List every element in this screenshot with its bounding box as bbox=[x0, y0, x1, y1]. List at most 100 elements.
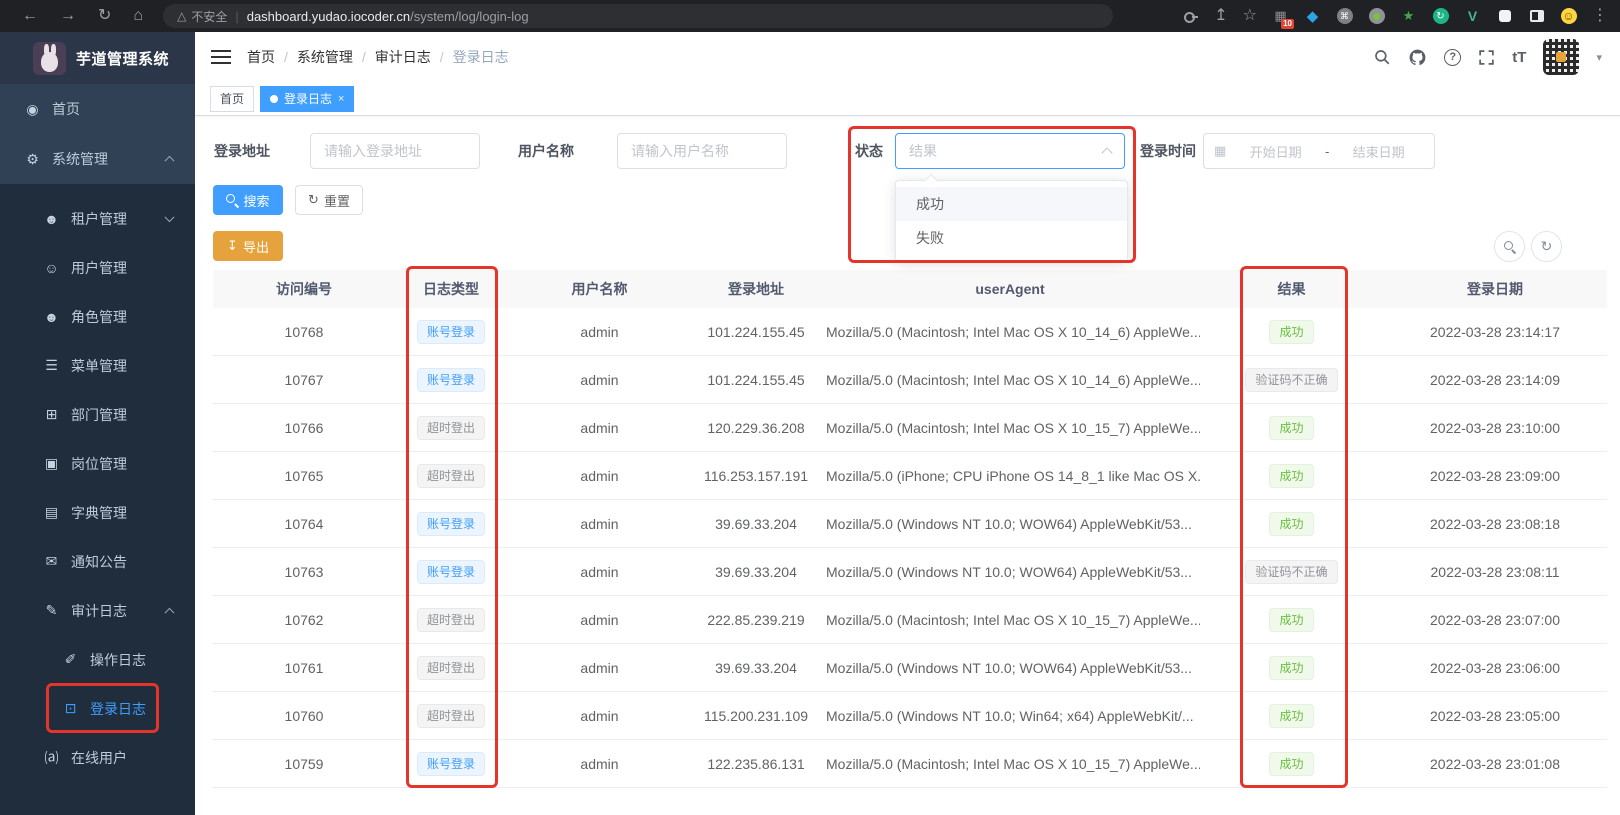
cell-username: admin bbox=[580, 323, 619, 340]
avatar-caret-icon[interactable]: ▾ bbox=[1596, 51, 1602, 64]
reset-button[interactable]: ↻ 重置 bbox=[295, 185, 363, 215]
puzzle-extensions-icon[interactable] bbox=[1496, 8, 1513, 25]
profile-avatar-icon[interactable]: ☺ bbox=[1560, 8, 1577, 25]
breadcrumb-item[interactable]: 首页 bbox=[247, 47, 275, 67]
reload-icon[interactable]: ↻ bbox=[98, 8, 111, 24]
login-address-input[interactable] bbox=[310, 133, 480, 169]
breadcrumb-separator: / bbox=[361, 49, 366, 65]
forward-icon[interactable]: → bbox=[60, 8, 76, 24]
search-button-icon bbox=[226, 194, 238, 206]
bookmark-star-icon[interactable]: ☆ bbox=[1243, 8, 1257, 24]
cell-username: admin bbox=[580, 467, 619, 484]
chevron-up-icon bbox=[164, 155, 175, 166]
sidebar-item-label: 操作日志 bbox=[90, 651, 146, 668]
font-size-icon[interactable]: tT bbox=[1512, 49, 1526, 66]
sidebar-item-label: 通知公告 bbox=[71, 553, 127, 570]
extension-diamond-icon[interactable]: ◆ bbox=[1304, 8, 1321, 25]
extension-command-icon[interactable]: ⌘ bbox=[1336, 8, 1353, 25]
sidebar-item-notice[interactable]: ✉ 通知公告 bbox=[0, 537, 195, 586]
sidebar-item-dict-management[interactable]: ▤ 字典管理 bbox=[0, 488, 195, 537]
app-logo-row[interactable]: 芋道管理系统 bbox=[0, 32, 195, 84]
home-icon[interactable]: ⌂ bbox=[133, 8, 143, 24]
extension-star-icon[interactable]: ★ bbox=[1400, 8, 1417, 25]
sidebar-item-menu-management[interactable]: ☰ 菜单管理 bbox=[0, 341, 195, 390]
fullscreen-icon[interactable] bbox=[1478, 49, 1495, 66]
extension-tiles-icon[interactable]: ▦ 10 bbox=[1272, 8, 1294, 29]
tab-login-log[interactable]: 登录日志 × bbox=[260, 85, 355, 112]
status-select[interactable]: 结果 bbox=[895, 133, 1125, 169]
download-icon: ↧ bbox=[227, 238, 238, 253]
security-warning[interactable]: △ 不安全 bbox=[177, 8, 227, 25]
address-bar[interactable]: △ 不安全 | dashboard.yudao.iocoder.cn/syste… bbox=[163, 4, 1114, 28]
search-icon[interactable] bbox=[1373, 48, 1391, 66]
refresh-table-button[interactable]: ↻ bbox=[1531, 231, 1562, 262]
sidebar-item-operation-log[interactable]: ✐ 操作日志 bbox=[0, 635, 195, 684]
cell-log-type: 超时登出 bbox=[395, 463, 507, 488]
cell-login-date: 2022-03-28 23:07:00 bbox=[1430, 611, 1560, 628]
sidebar-item-post-management[interactable]: ▣ 岗位管理 bbox=[0, 439, 195, 488]
username-input[interactable] bbox=[617, 133, 787, 169]
column-header: 登录日期 bbox=[1467, 281, 1523, 297]
browser-menu-icon[interactable]: ⋮ bbox=[1592, 8, 1608, 24]
tab-close-icon[interactable]: × bbox=[338, 93, 344, 105]
sidebar-item-role-management[interactable]: ☻ 角色管理 bbox=[0, 292, 195, 341]
cell-user-agent: Mozilla/5.0 (Windows NT 10.0; WOW64) App… bbox=[826, 515, 1192, 532]
cell-access-id: 10760 bbox=[284, 707, 324, 724]
online-users-icon: ⒜ bbox=[44, 749, 59, 766]
column-header: 日志类型 bbox=[423, 281, 479, 297]
breadcrumb-item[interactable]: 系统管理 bbox=[297, 47, 353, 67]
url-path: /system/log/login-log bbox=[410, 8, 529, 24]
sidebar-item-dept-management[interactable]: ⊞ 部门管理 bbox=[0, 390, 195, 439]
column-header: 用户名称 bbox=[571, 281, 628, 297]
extension-refresh-icon[interactable]: ↻ bbox=[1432, 8, 1449, 25]
sidebar-item-user-management[interactable]: ☺ 用户管理 bbox=[0, 243, 195, 292]
table-row: 10765 超时登出 admin 116.253.157.191 Mozilla/5.0… bbox=[213, 452, 1607, 500]
breadcrumb-item[interactable]: 审计日志 bbox=[375, 47, 431, 67]
login-time-label: 登录时间 bbox=[1140, 143, 1196, 159]
password-key-icon[interactable] bbox=[1183, 8, 1199, 24]
sidebar-item-label: 在线用户 bbox=[71, 749, 127, 766]
sidebar-item-online-users[interactable]: ⒜ 在线用户 bbox=[0, 733, 195, 782]
status-option[interactable]: 成功 bbox=[896, 187, 1127, 221]
column-header: userAgent bbox=[975, 281, 1045, 297]
cell-login-date: 2022-03-28 23:10:00 bbox=[1430, 419, 1560, 436]
tab-home[interactable]: 首页 bbox=[210, 85, 255, 112]
log-type-tag: 账号登录 bbox=[416, 511, 485, 536]
breadcrumb-separator: / bbox=[439, 49, 444, 65]
breadcrumb-separator: / bbox=[284, 49, 288, 65]
user-avatar[interactable] bbox=[1543, 39, 1580, 75]
sidebar-item-home[interactable]: ◉ 首页 bbox=[0, 84, 195, 134]
toggle-search-button[interactable] bbox=[1494, 231, 1525, 262]
result-tag: 成功 bbox=[1269, 751, 1314, 776]
side-panel-icon[interactable] bbox=[1528, 8, 1545, 25]
command-glyph: ⌘ bbox=[1336, 8, 1353, 24]
help-icon[interactable]: ? bbox=[1444, 48, 1462, 66]
sidebar-item-system-management[interactable]: ⚙ 系统管理 bbox=[0, 134, 195, 184]
extension-record-icon[interactable] bbox=[1368, 8, 1385, 25]
sidebar-toggle-icon[interactable] bbox=[211, 49, 231, 65]
back-icon[interactable]: ← bbox=[22, 8, 38, 24]
sidebar-item-label: 审计日志 bbox=[71, 602, 127, 619]
cell-login-address: 39.69.33.204 bbox=[715, 659, 797, 676]
export-button[interactable]: ↧ 导出 bbox=[213, 231, 283, 261]
submenu-spacer bbox=[0, 184, 195, 194]
status-label: 状态 bbox=[855, 143, 883, 159]
vue-devtools-icon[interactable]: V bbox=[1464, 8, 1481, 25]
sidebar-item-label: 首页 bbox=[52, 101, 80, 117]
sidebar-item-tenant-management[interactable]: ☻ 租户管理 bbox=[0, 194, 195, 243]
breadcrumb-item[interactable]: 登录日志 bbox=[453, 47, 509, 67]
share-icon[interactable]: ↥ bbox=[1214, 8, 1227, 24]
status-option[interactable]: 失败 bbox=[896, 221, 1127, 255]
table-row: 10761 超时登出 admin 39.69.33.204 Mozilla/5.0 (W… bbox=[213, 644, 1607, 692]
reset-button-label: 重置 bbox=[323, 193, 350, 209]
sidebar-item-label: 角色管理 bbox=[71, 308, 127, 325]
login-time-range-picker[interactable]: ▦ 开始日期 - 结束日期 bbox=[1203, 133, 1435, 169]
app-logo bbox=[33, 41, 66, 75]
search-button[interactable]: 搜索 bbox=[213, 185, 283, 215]
cell-access-id: 10759 bbox=[284, 755, 324, 772]
cell-log-type: 账号登录 bbox=[395, 559, 507, 584]
sidebar-item-login-log[interactable]: ⊡ 登录日志 bbox=[0, 684, 195, 733]
cell-log-type: 账号登录 bbox=[395, 751, 507, 776]
github-icon[interactable] bbox=[1408, 48, 1427, 67]
sidebar-item-audit-log[interactable]: ✎ 审计日志 bbox=[0, 586, 195, 635]
